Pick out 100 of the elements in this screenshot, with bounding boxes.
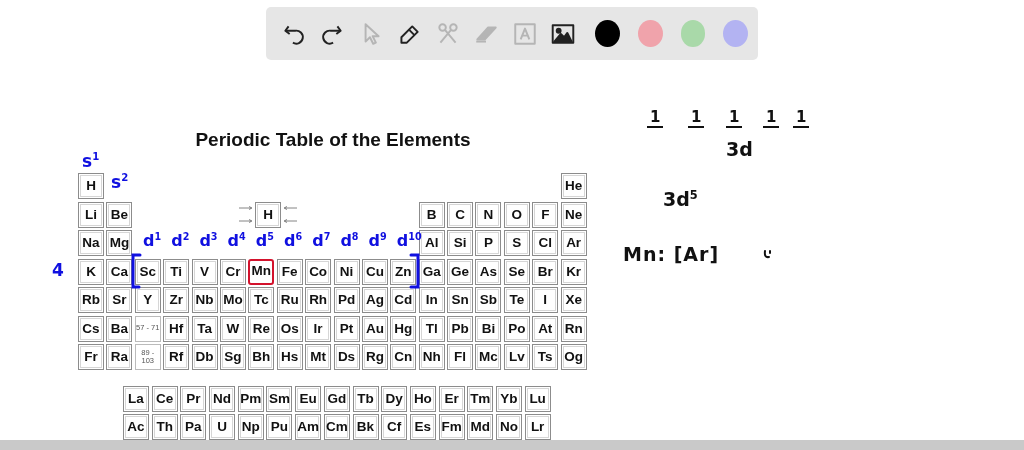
element-tile: V	[191, 258, 218, 285]
element-tile: Dy	[381, 386, 408, 412]
color-swatch[interactable]	[637, 20, 663, 47]
element-tile: Bi	[475, 315, 502, 342]
element-tile: Ra	[106, 344, 133, 370]
element-tile: Bh	[248, 344, 275, 370]
handwritten-label: d$^{6}$	[284, 232, 303, 250]
element-tile: Pr	[180, 386, 207, 412]
element-tile: Au	[361, 315, 388, 342]
element-tile: Hg	[390, 315, 417, 342]
element-tile: Eu	[295, 386, 322, 412]
element-tile: Ge	[447, 258, 474, 285]
element-tile: Mc	[475, 344, 502, 370]
leader-line	[283, 206, 298, 210]
table-title: Periodic Table of the Elements	[195, 129, 471, 151]
color-swatch[interactable]	[680, 20, 706, 47]
horizontal-scrollbar[interactable]	[0, 440, 1024, 450]
element-tile: Pa	[180, 414, 207, 441]
element-tile: Pb	[447, 315, 474, 342]
element-tile: P	[475, 230, 502, 256]
element-tile: Kr	[560, 258, 587, 285]
element-tile: Mo	[219, 287, 246, 313]
element-tile: Te	[503, 287, 530, 313]
element-tile: Pd	[333, 287, 360, 313]
leader-line	[239, 219, 254, 223]
element-tile: B	[418, 201, 445, 228]
element-tile: Y	[134, 287, 161, 313]
element-tile: Nh	[418, 344, 445, 370]
element-tile: Be	[106, 201, 133, 228]
element-tile: Ni	[333, 258, 360, 285]
element-tile: Ba	[106, 315, 133, 342]
element-tile: Np	[237, 414, 264, 441]
element-tile: Lr	[524, 414, 551, 441]
element-tile: O	[503, 201, 530, 228]
handwritten-label: Mn: [Ar]	[623, 245, 720, 264]
element-tile: H	[78, 173, 104, 199]
handwritten-label: d$^{10}$	[396, 232, 422, 250]
element-tile: Re	[248, 315, 275, 342]
handwritten-label: d$^{4}$	[227, 232, 246, 250]
element-tile: He	[560, 173, 587, 199]
element-tile: Ga	[418, 258, 445, 285]
element-tile: Rg	[361, 344, 388, 370]
element-tile: Tl	[418, 315, 445, 342]
orbital-slot: 1	[763, 110, 780, 128]
element-tile: Ti	[163, 258, 190, 285]
element-tile: Th	[151, 414, 178, 441]
element-tile: Mn	[248, 258, 275, 285]
element-tile: Cn	[390, 344, 417, 370]
element-tile: Br	[532, 258, 559, 285]
text-box-icon	[511, 20, 538, 47]
pen-stroke	[763, 250, 771, 260]
orbital-slot: 1	[688, 110, 705, 128]
element-tile: Xe	[560, 287, 587, 313]
element-tile: Cl	[532, 230, 559, 256]
element-tile: Nb	[191, 287, 218, 313]
handwritten-label: s$^{1}$	[82, 152, 100, 170]
element-tile: Lu	[524, 386, 551, 412]
element-tile: Na	[78, 230, 104, 256]
element-tile: Gd	[323, 386, 350, 412]
element-tile: Ag	[361, 287, 388, 313]
orbital-slot: 1	[726, 110, 743, 128]
element-tile: N	[475, 201, 502, 228]
color-swatch[interactable]	[723, 20, 748, 47]
element-tile: Cs	[78, 315, 104, 342]
leader-line	[239, 206, 254, 210]
element-tile: Sr	[106, 287, 133, 313]
orbital-slot: 1	[647, 110, 664, 128]
element-tile: Zr	[163, 287, 190, 313]
element-tile: C	[447, 201, 474, 228]
handwritten-label: d$^{8}$	[340, 232, 359, 250]
element-tile: Ho	[409, 386, 436, 412]
handwritten-label: d$^{5}$	[255, 232, 274, 250]
element-tile: Rh	[305, 287, 332, 313]
element-tile: Pu	[266, 414, 293, 441]
color-swatch[interactable]	[595, 20, 620, 47]
element-tile: Sn	[447, 287, 474, 313]
element-tile: Og	[560, 344, 587, 370]
element-tile: Se	[503, 258, 530, 285]
element-tile: Rb	[78, 287, 104, 313]
handwritten-label: 3d$^{5}$	[663, 187, 698, 210]
element-tile: W	[219, 315, 246, 342]
element-tile: K	[78, 258, 104, 285]
handwritten-label: 3d	[726, 140, 753, 159]
element-tile: At	[532, 315, 559, 342]
element-tile: Pt	[333, 315, 360, 342]
element-tile: Ne	[560, 201, 587, 228]
orbital-slot: 1	[793, 110, 810, 128]
legend-tile: H	[255, 201, 282, 228]
element-tile: Tc	[248, 287, 275, 313]
element-tile: Er	[438, 386, 465, 412]
element-tile: Bk	[352, 414, 379, 441]
element-tile: Sc	[134, 258, 161, 285]
element-tile: Li	[78, 201, 104, 228]
element-tile: Ta	[191, 315, 218, 342]
element-tile: Rn	[560, 315, 587, 342]
element-tile: Lv	[503, 344, 530, 370]
handwritten-label: d$^{9}$	[368, 232, 387, 250]
element-tile: Tb	[352, 386, 379, 412]
handwritten-label: d$^{1}$	[143, 232, 162, 250]
element-tile: Sb	[475, 287, 502, 313]
